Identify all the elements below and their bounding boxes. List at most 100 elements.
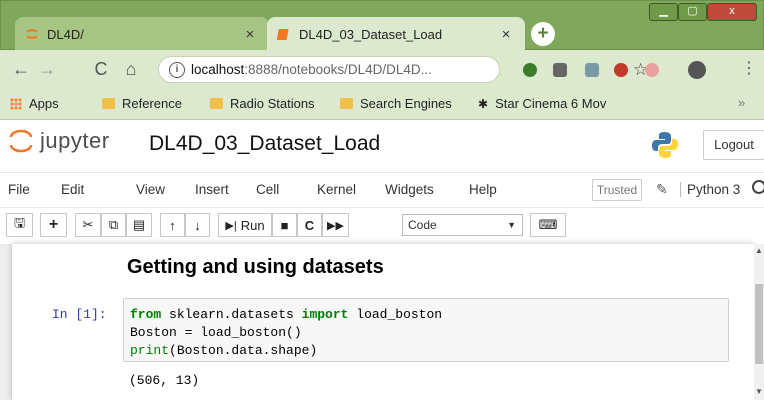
- window-minimize-button[interactable]: ▁: [649, 3, 678, 21]
- jupyter-favicon-icon: [25, 27, 39, 41]
- browser-titlebar: DL4D/ × DL4D_03_Dataset_Load × + ▁ ▢ x: [0, 0, 764, 51]
- address-toolbar: ← → C ⌂ i localhost :8888/notebooks/DL4D…: [0, 50, 764, 88]
- bookmarks-bar: Apps Reference Radio Stations Search Eng…: [0, 88, 764, 120]
- notebook-toolbar: 🖫 + ✂ ⧉ ▤ ↑ ↓ ▶| Run ■ C ▶▶ Code ▼ ⌨: [0, 208, 764, 242]
- back-icon[interactable]: ←: [10, 59, 32, 79]
- jupyter-logo-icon: [9, 129, 33, 153]
- jupyter-logo[interactable]: jupyter: [8, 128, 110, 154]
- input-prompt: In [1]:: [52, 307, 107, 322]
- tab-dl4d[interactable]: DL4D/ ×: [15, 17, 269, 51]
- run-label: Run: [240, 217, 265, 233]
- folder-icon: [102, 98, 115, 109]
- chevron-down-icon: ▼: [507, 220, 516, 230]
- tab-close-icon[interactable]: ×: [497, 26, 515, 43]
- bookmark-label: Radio Stations: [230, 96, 315, 111]
- interrupt-icon[interactable]: ■: [272, 213, 297, 237]
- address-bar[interactable]: i localhost :8888/notebooks/DL4D/DL4D...…: [158, 56, 648, 83]
- jupyter-header: jupyter DL4D_03_Dataset_Load Logout: [0, 120, 764, 168]
- kernel-name[interactable]: Python 3: [680, 182, 740, 197]
- bookmark-label: Reference: [122, 96, 182, 111]
- extension-globe-icon[interactable]: [523, 63, 537, 77]
- folder-icon: [340, 98, 353, 109]
- kernel-status-icon: [752, 180, 764, 194]
- tab-title: DL4D_03_Dataset_Load: [299, 26, 443, 42]
- restart-run-all-icon[interactable]: ▶▶: [322, 213, 349, 237]
- bookmark-apps[interactable]: Apps: [10, 96, 59, 111]
- bookmark-label: Search Engines: [360, 96, 452, 111]
- scrollbar[interactable]: ▲ ▼: [754, 244, 764, 400]
- pencil-icon[interactable]: ✎: [656, 181, 668, 198]
- new-tab-button[interactable]: +: [531, 22, 555, 46]
- apps-grid-icon: [10, 97, 22, 110]
- window-close-button[interactable]: x: [707, 3, 757, 21]
- window-maximize-button[interactable]: ▢: [678, 3, 707, 21]
- cell-type-select[interactable]: Code ▼: [402, 214, 523, 236]
- tab-title: DL4D/: [47, 26, 84, 42]
- menu-widgets[interactable]: Widgets: [385, 182, 434, 197]
- move-up-icon[interactable]: ↑: [160, 213, 185, 237]
- notebook-page: Getting and using datasets In [1]: from …: [12, 244, 754, 400]
- move-down-icon[interactable]: ↓: [185, 213, 210, 237]
- bookmarks-overflow-icon[interactable]: »: [738, 95, 745, 110]
- film-icon: ✱: [478, 96, 489, 111]
- notebook-container: Getting and using datasets In [1]: from …: [0, 244, 764, 400]
- info-icon[interactable]: i: [169, 61, 185, 78]
- cell-type-value: Code: [408, 218, 437, 232]
- menu-help[interactable]: Help: [469, 182, 497, 197]
- forward-icon[interactable]: →: [36, 59, 58, 79]
- scroll-up-icon[interactable]: ▲: [755, 246, 763, 255]
- scroll-down-icon[interactable]: ▼: [755, 387, 763, 396]
- menu-cell[interactable]: Cell: [256, 182, 279, 197]
- trusted-indicator[interactable]: Trusted: [592, 179, 642, 201]
- code-cell-input[interactable]: from sklearn.datasets import load_boston…: [123, 298, 729, 362]
- run-button[interactable]: ▶| Run: [218, 213, 272, 237]
- logout-button[interactable]: Logout: [703, 130, 764, 160]
- paste-icon[interactable]: ▤: [126, 213, 152, 237]
- cut-icon[interactable]: ✂: [75, 213, 101, 237]
- jupyter-logo-text: jupyter: [40, 128, 110, 153]
- keyboard-icon[interactable]: ⌨: [530, 213, 566, 237]
- code-text: sklearn.datasets: [161, 307, 302, 322]
- menu-view[interactable]: View: [136, 182, 165, 197]
- python-logo-icon: [652, 132, 678, 158]
- extension-mail-icon[interactable]: [614, 63, 628, 77]
- extension-car-icon[interactable]: [585, 63, 599, 77]
- copy-icon[interactable]: ⧉: [101, 213, 126, 237]
- code-line: Boston = load_boston(): [130, 325, 302, 340]
- menu-insert[interactable]: Insert: [195, 182, 229, 197]
- profile-avatar[interactable]: [688, 61, 706, 79]
- tab-dl4d-03-dataset-load[interactable]: DL4D_03_Dataset_Load ×: [267, 17, 525, 51]
- run-icon: ▶|: [225, 219, 237, 232]
- menu-file[interactable]: File: [8, 182, 30, 197]
- code-keyword: from: [130, 307, 162, 322]
- menu-kernel[interactable]: Kernel: [317, 182, 356, 197]
- menu-edit[interactable]: Edit: [61, 182, 84, 197]
- bookmark-search-engines[interactable]: Search Engines: [340, 96, 452, 111]
- bookmark-radio-stations[interactable]: Radio Stations: [210, 96, 315, 111]
- code-builtin: print: [130, 343, 170, 358]
- tab-close-icon[interactable]: ×: [241, 26, 259, 43]
- bookmark-label: Apps: [29, 96, 59, 111]
- cell-output: (506, 13): [129, 373, 200, 388]
- url-host: localhost: [191, 62, 245, 77]
- extension-block-icon[interactable]: [645, 63, 659, 77]
- bookmark-label: Star Cinema 6 Mov: [495, 96, 607, 111]
- notebook-title[interactable]: DL4D_03_Dataset_Load: [149, 132, 380, 156]
- scrollbar-thumb[interactable]: [755, 284, 763, 364]
- add-cell-icon[interactable]: +: [40, 213, 67, 237]
- code-line: print(Boston.data.shape): [130, 342, 722, 360]
- bookmark-star-cinema[interactable]: ✱ Star Cinema 6 Mov: [478, 96, 728, 111]
- reload-icon[interactable]: C: [90, 59, 112, 79]
- save-icon[interactable]: 🖫: [6, 213, 33, 237]
- browser-menu-icon[interactable]: ⋮: [738, 59, 760, 79]
- url-path: :8888/notebooks/DL4D/DL4D...: [244, 62, 432, 77]
- home-icon[interactable]: ⌂: [120, 59, 142, 79]
- code-text: (Boston.data.shape): [169, 343, 318, 358]
- folder-icon: [210, 98, 223, 109]
- restart-icon[interactable]: C: [297, 213, 322, 237]
- markdown-heading[interactable]: Getting and using datasets: [127, 256, 384, 279]
- notebook-favicon-icon: [277, 27, 291, 41]
- code-text: load_boston: [348, 307, 443, 322]
- extension-qr-icon[interactable]: [553, 63, 567, 77]
- bookmark-reference[interactable]: Reference: [102, 96, 182, 111]
